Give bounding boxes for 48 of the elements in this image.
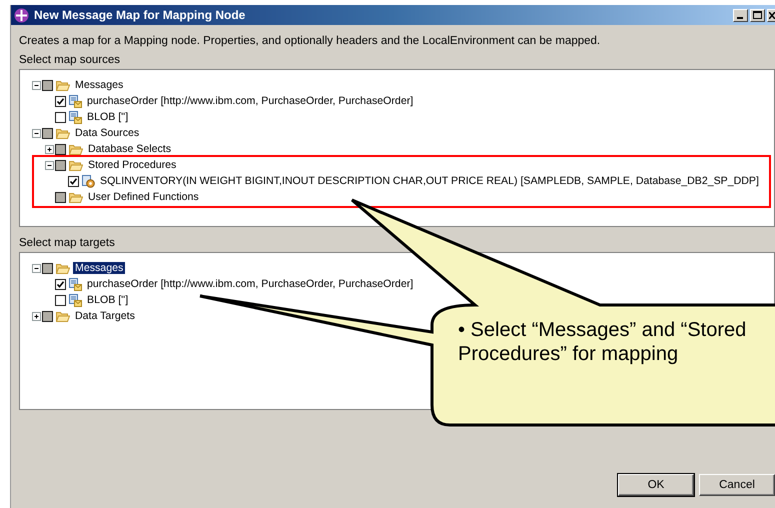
tree-item[interactable]: BLOB [''] [85,111,130,123]
folder-icon [56,80,70,90]
folder-icon [56,128,70,138]
minimize-button[interactable] [733,8,748,22]
folder-icon [69,160,83,170]
folder-icon [56,310,70,322]
tree-item[interactable]: Data Sources [73,127,142,139]
tree-item[interactable]: SQLINVENTORY(IN WEIGHT BIGINT,INOUT DESCRIPTION CHAR,OUT PRICE REAL) [SAMPLEDB, SAMPLE, Database_DB2_SP_DDP] [98,175,761,187]
message-icon [69,94,82,108]
ok-button[interactable]: OK [618,474,694,496]
checkbox[interactable] [55,112,66,122]
collapse-icon[interactable] [32,128,40,138]
close-icon [768,12,774,18]
collapse-icon[interactable] [32,80,40,90]
section-label: Select map sources [19,54,121,66]
tree-item[interactable]: purchaseOrder [http://www.ibm.com, PurchaseOrder, PurchaseOrder] [85,95,416,107]
close-button[interactable] [767,8,775,22]
tree-item[interactable]: Stored Procedures [86,159,178,171]
folder-icon [56,262,70,274]
tree-item[interactable]: purchaseOrder [http://www.ibm.com, PurchaseOrder, PurchaseOrder] [85,278,416,290]
tree-item[interactable]: Data Targets [73,310,137,322]
expand-icon[interactable] [32,312,40,320]
maximize-button[interactable] [750,8,765,22]
message-icon [69,110,82,124]
folder-icon [69,192,83,202]
checkbox[interactable] [55,294,66,306]
message-icon [69,294,82,306]
checkbox[interactable] [68,176,79,186]
message-icon [69,278,82,290]
collapse-icon[interactable] [32,264,40,272]
callout-text: • Select “Messages” and “Stored Procedures” for mapping [458,318,748,366]
tree-item[interactable]: Messages [73,262,126,274]
expand-icon[interactable] [44,144,54,154]
folder-icon [69,144,83,154]
cancel-button[interactable]: Cancel [699,474,775,496]
tree-item[interactable]: BLOB [''] [85,294,130,306]
description-text: Creates a map for a Mapping node. Properties, and optionally headers and the LocalEnvironment can be mapped. [19,35,602,47]
collapse-icon[interactable] [44,160,54,170]
maximize-icon [753,11,762,19]
app-icon [14,8,29,22]
checkbox[interactable] [55,96,66,106]
tree-item[interactable]: Database Selects [86,143,174,155]
tree-item[interactable]: Messages [73,79,126,91]
procedure-icon [82,174,95,188]
window-title: New Message Map for Mapping Node [34,8,246,22]
tree-item[interactable]: User Defined Functions [86,191,201,203]
checkbox[interactable] [55,278,66,290]
section-label: Select map targets [19,237,116,249]
